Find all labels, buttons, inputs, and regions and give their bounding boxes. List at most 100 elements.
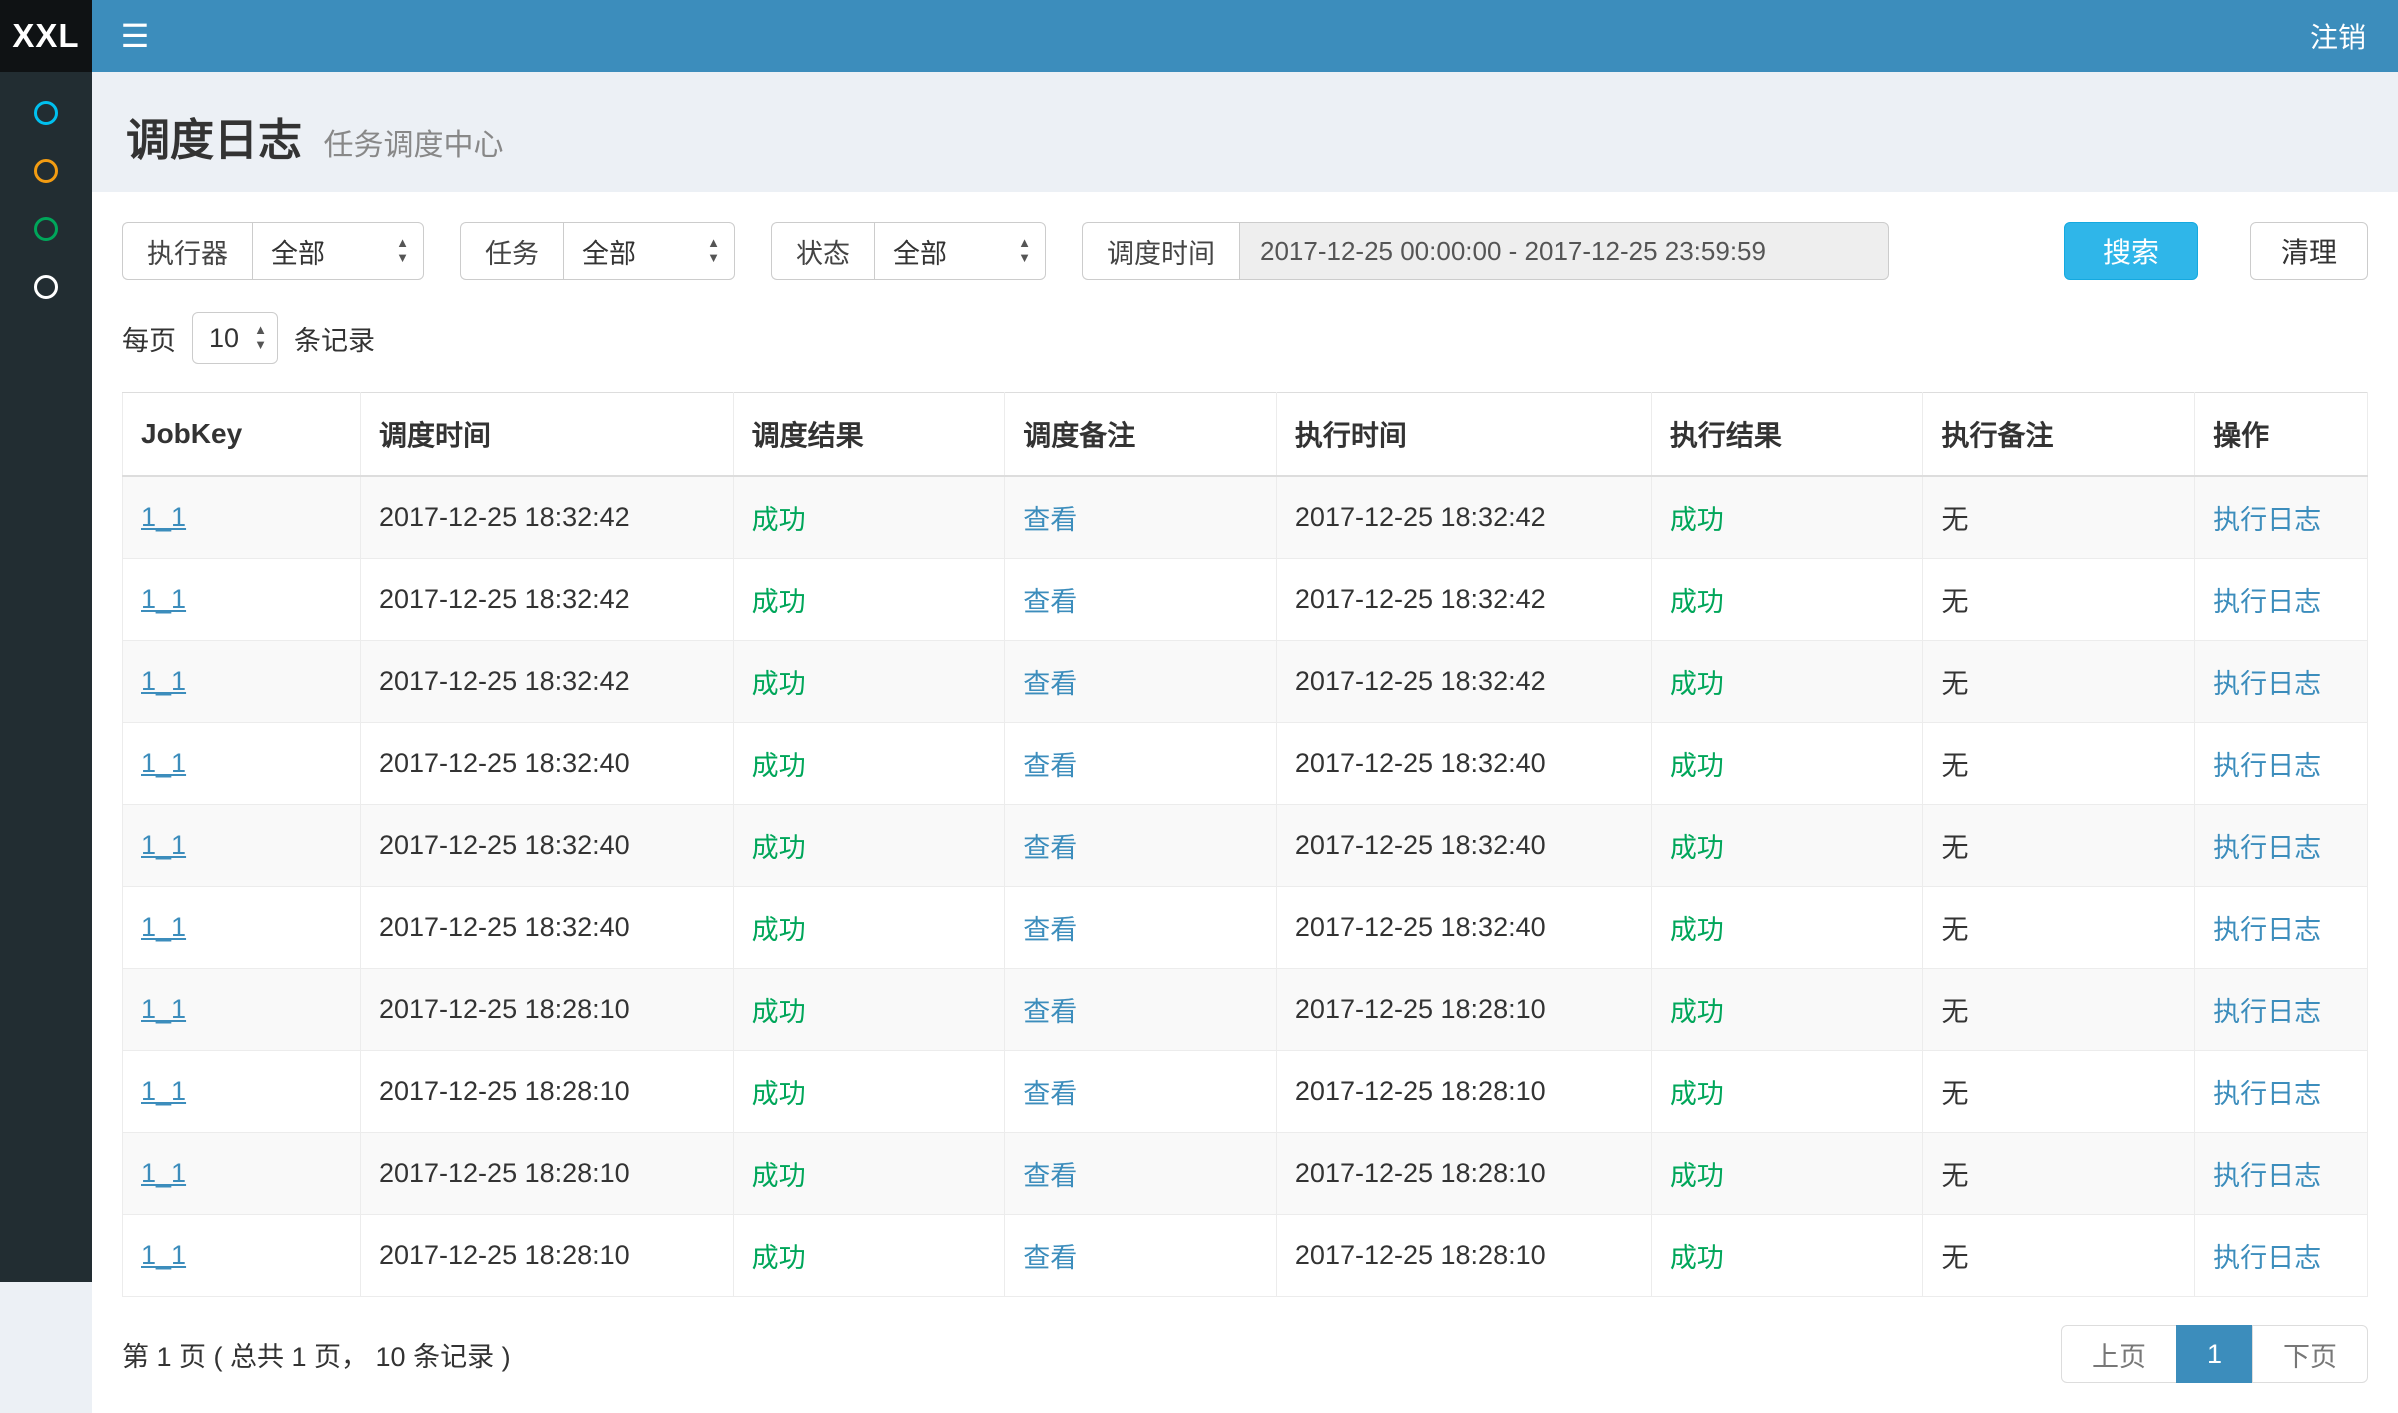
exec-log-link[interactable]: 执行日志 [2213, 1079, 2321, 1109]
exec-log-link[interactable]: 执行日志 [2213, 997, 2321, 1027]
handle-time: 2017-12-25 18:32:40 [1295, 830, 1546, 860]
schedule-time-filter-label: 调度时间 [1082, 222, 1239, 280]
handle-result: 成功 [1670, 1079, 1724, 1109]
trigger-msg-link[interactable]: 查看 [1023, 669, 1077, 699]
page-size-value: 10 [209, 323, 239, 354]
table-header-row: JobKey调度时间调度结果调度备注执行时间执行结果执行备注操作 [123, 393, 2368, 477]
handle-result: 成功 [1670, 1161, 1724, 1191]
trigger-time: 2017-12-25 18:32:42 [379, 666, 630, 696]
circle-icon [34, 217, 58, 241]
exec-log-link[interactable]: 执行日志 [2213, 505, 2321, 535]
top-navbar: XXL ☰ 注销 [0, 0, 2398, 72]
executor-select-value: 全部 [271, 232, 325, 271]
page-header: 调度日志 任务调度中心 [92, 72, 2398, 192]
column-header: 调度时间 [360, 393, 733, 477]
job-key-link[interactable]: 1_1 [141, 666, 186, 696]
job-key-link[interactable]: 1_1 [141, 912, 186, 942]
handle-time: 2017-12-25 18:32:42 [1295, 584, 1546, 614]
search-button[interactable]: 搜索 [2064, 222, 2198, 280]
handle-result: 成功 [1670, 833, 1724, 863]
sidebar-item-2[interactable] [0, 142, 92, 200]
column-header: 执行结果 [1651, 393, 1923, 477]
job-key-link[interactable]: 1_1 [141, 830, 186, 860]
handle-result: 成功 [1670, 915, 1724, 945]
trigger-msg-link[interactable]: 查看 [1023, 505, 1077, 535]
exec-log-link[interactable]: 执行日志 [2213, 915, 2321, 945]
exec-log-link[interactable]: 执行日志 [2213, 1243, 2321, 1273]
exec-log-link[interactable]: 执行日志 [2213, 833, 2321, 863]
exec-log-link[interactable]: 执行日志 [2213, 751, 2321, 781]
trigger-msg-link[interactable]: 查看 [1023, 587, 1077, 617]
prev-page-button[interactable]: 上页 [2061, 1325, 2177, 1383]
trigger-msg-link[interactable]: 查看 [1023, 833, 1077, 863]
job-filter-group: 任务 全部 ▲▼ [460, 222, 735, 280]
trigger-time: 2017-12-25 18:32:40 [379, 912, 630, 942]
handle-result: 成功 [1670, 587, 1724, 617]
table-row: 1_12017-12-25 18:32:42成功查看2017-12-25 18:… [123, 476, 2368, 559]
sidebar-item-4[interactable] [0, 258, 92, 316]
handle-msg: 无 [1941, 587, 1968, 617]
handle-msg: 无 [1941, 669, 1968, 699]
table-row: 1_12017-12-25 18:32:42成功查看2017-12-25 18:… [123, 641, 2368, 723]
logout-link[interactable]: 注销 [2278, 0, 2398, 72]
sidebar-item-3[interactable] [0, 200, 92, 258]
handle-msg: 无 [1941, 1161, 1968, 1191]
job-key-link[interactable]: 1_1 [141, 1158, 186, 1188]
executor-filter-group: 执行器 全部 ▲▼ [122, 222, 424, 280]
job-key-link[interactable]: 1_1 [141, 502, 186, 532]
trigger-msg-link[interactable]: 查看 [1023, 915, 1077, 945]
app-logo: XXL [0, 0, 92, 72]
main-box: 执行器 全部 ▲▼ 任务 全部 ▲▼ 状态 [92, 192, 2398, 1413]
handle-msg: 无 [1941, 915, 1968, 945]
trigger-time: 2017-12-25 18:28:10 [379, 1240, 630, 1270]
job-key-link[interactable]: 1_1 [141, 1076, 186, 1106]
handle-result: 成功 [1670, 751, 1724, 781]
exec-log-link[interactable]: 执行日志 [2213, 1161, 2321, 1191]
status-filter-label: 状态 [771, 222, 874, 280]
handle-msg: 无 [1941, 1079, 1968, 1109]
handle-time: 2017-12-25 18:32:42 [1295, 666, 1546, 696]
trigger-msg-link[interactable]: 查看 [1023, 1243, 1077, 1273]
schedule-time-input[interactable]: 2017-12-25 00:00:00 - 2017-12-25 23:59:5… [1239, 222, 1889, 280]
handle-result: 成功 [1670, 997, 1724, 1027]
page-size-select[interactable]: 10 ▲▼ [192, 312, 278, 364]
column-header: 调度结果 [733, 393, 1005, 477]
job-key-link[interactable]: 1_1 [141, 994, 186, 1024]
sidebar-item-1[interactable] [0, 84, 92, 142]
executor-filter-label: 执行器 [122, 222, 252, 280]
job-key-link[interactable]: 1_1 [141, 1240, 186, 1270]
trigger-msg-link[interactable]: 查看 [1023, 997, 1077, 1027]
circle-icon [34, 159, 58, 183]
trigger-time: 2017-12-25 18:32:42 [379, 584, 630, 614]
trigger-time: 2017-12-25 18:28:10 [379, 994, 630, 1024]
executor-select[interactable]: 全部 ▲▼ [252, 222, 424, 280]
exec-log-link[interactable]: 执行日志 [2213, 669, 2321, 699]
log-table: JobKey调度时间调度结果调度备注执行时间执行结果执行备注操作 1_12017… [122, 392, 2368, 1297]
clear-button[interactable]: 清理 [2250, 222, 2368, 280]
exec-log-link[interactable]: 执行日志 [2213, 587, 2321, 617]
content-wrapper: 调度日志 任务调度中心 执行器 全部 ▲▼ 任务 全部 ▲▼ [92, 0, 2398, 1413]
status-select[interactable]: 全部 ▲▼ [874, 222, 1046, 280]
job-key-link[interactable]: 1_1 [141, 748, 186, 778]
trigger-result: 成功 [752, 997, 806, 1027]
status-filter-group: 状态 全部 ▲▼ [771, 222, 1046, 280]
select-stepper-icon: ▲▼ [396, 236, 409, 266]
circle-icon [34, 101, 58, 125]
handle-msg: 无 [1941, 1243, 1968, 1273]
job-key-link[interactable]: 1_1 [141, 584, 186, 614]
job-select[interactable]: 全部 ▲▼ [563, 222, 735, 280]
trigger-time: 2017-12-25 18:28:10 [379, 1076, 630, 1106]
next-page-button[interactable]: 下页 [2252, 1325, 2368, 1383]
schedule-time-filter-group: 调度时间 2017-12-25 00:00:00 - 2017-12-25 23… [1082, 222, 1889, 280]
current-page-button[interactable]: 1 [2176, 1325, 2253, 1383]
table-row: 1_12017-12-25 18:28:10成功查看2017-12-25 18:… [123, 1133, 2368, 1215]
column-header: 执行时间 [1276, 393, 1651, 477]
trigger-time: 2017-12-25 18:28:10 [379, 1158, 630, 1188]
handle-msg: 无 [1941, 833, 1968, 863]
sidebar-toggle-button[interactable]: ☰ [92, 0, 178, 72]
trigger-msg-link[interactable]: 查看 [1023, 751, 1077, 781]
trigger-msg-link[interactable]: 查看 [1023, 1079, 1077, 1109]
job-filter-label: 任务 [460, 222, 563, 280]
page-subtitle: 任务调度中心 [324, 129, 504, 162]
trigger-msg-link[interactable]: 查看 [1023, 1161, 1077, 1191]
